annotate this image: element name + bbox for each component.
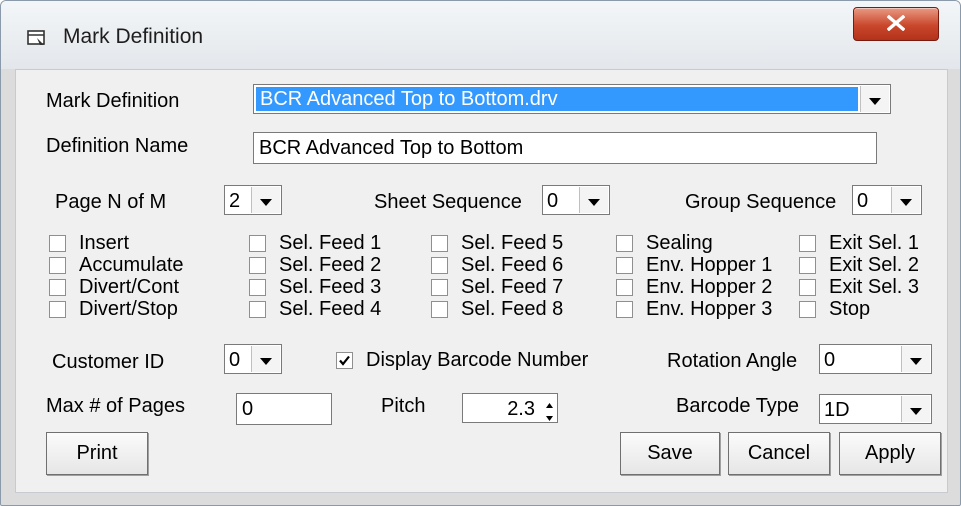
page-n-of-m-label: Page N of M	[55, 191, 167, 213]
customer-id-dropdown[interactable]: 0	[224, 344, 282, 374]
pitch-label: Pitch	[381, 395, 426, 417]
definition-name-input[interactable]: BCR Advanced Top to Bottom	[253, 132, 877, 164]
mark-definition-window: Mark Definition Mark Definition BCR Adva…	[0, 0, 961, 506]
page-n-of-m-dropdown[interactable]: 2	[224, 185, 282, 215]
chevron-down-icon[interactable]	[891, 187, 920, 213]
definition-name-label: Definition Name	[46, 135, 189, 157]
spin-up-icon[interactable]	[542, 394, 557, 408]
chevron-down-icon[interactable]	[860, 86, 889, 112]
customer-id-label: Customer ID	[52, 351, 165, 373]
chevron-down-icon[interactable]	[901, 346, 930, 372]
chevron-down-icon[interactable]	[251, 187, 280, 213]
chevron-down-icon[interactable]	[901, 396, 930, 422]
barcode-type-label: Barcode Type	[676, 395, 800, 417]
max-pages-label: Max # of Pages	[46, 395, 185, 417]
mark-definition-label: Mark Definition	[46, 90, 180, 112]
max-pages-input[interactable]: 0	[236, 393, 332, 425]
barcode-type-dropdown[interactable]: 1D	[819, 394, 932, 424]
mark-definition-dropdown[interactable]: BCR Advanced Top to Bottom.drv	[253, 84, 891, 114]
cancel-button[interactable]: Cancel	[728, 432, 830, 475]
rotation-angle-dropdown[interactable]: 0	[819, 344, 932, 374]
sheet-sequence-label: Sheet Sequence	[374, 191, 522, 213]
close-icon	[887, 15, 905, 31]
spin-down-icon[interactable]	[542, 408, 557, 422]
close-button[interactable]	[853, 7, 939, 41]
print-button[interactable]: Print	[46, 432, 148, 475]
dialog-body: Mark Definition BCR Advanced Top to Bott…	[15, 69, 948, 493]
chevron-down-icon[interactable]	[251, 346, 280, 372]
pitch-spinner[interactable]: 2.3	[462, 393, 558, 423]
group-sequence-dropdown[interactable]: 0	[852, 185, 922, 215]
rotation-angle-label: Rotation Angle	[667, 350, 798, 372]
chevron-down-icon[interactable]	[579, 187, 608, 213]
save-button[interactable]: Save	[620, 432, 720, 475]
group-sequence-label: Group Sequence	[685, 191, 837, 213]
checkmark-icon[interactable]	[336, 352, 353, 369]
apply-button[interactable]: Apply	[839, 432, 941, 475]
title-bar[interactable]: Mark Definition	[1, 1, 960, 69]
window-title: Mark Definition	[63, 25, 204, 48]
sheet-sequence-dropdown[interactable]: 0	[542, 185, 610, 215]
window-icon	[27, 29, 47, 52]
